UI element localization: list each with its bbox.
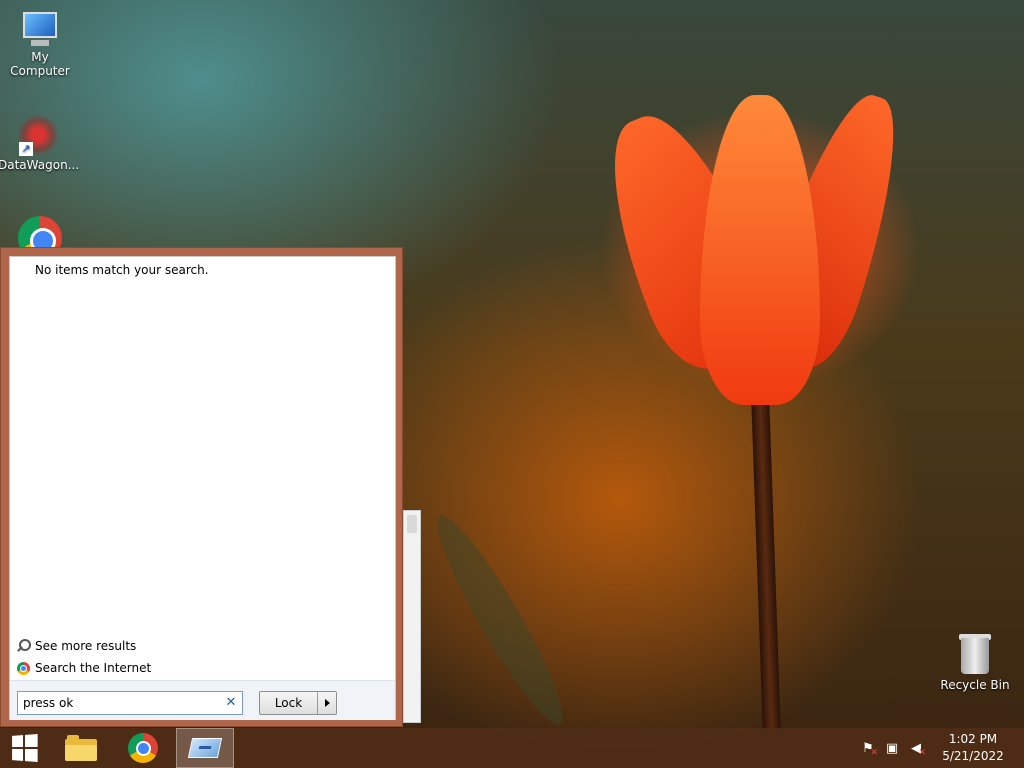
shortcut-arrow-icon: ↗ xyxy=(19,142,33,156)
search-internet-link[interactable]: Search the Internet xyxy=(16,657,151,679)
taskbar-clock[interactable]: 1:02 PM 5/21/2022 xyxy=(934,731,1012,765)
search-links: See more results Search the Internet xyxy=(16,635,151,679)
taskbar-remote-desktop[interactable] xyxy=(176,728,234,768)
taskbar-file-explorer[interactable] xyxy=(58,728,104,768)
remote-desktop-icon xyxy=(187,738,223,758)
wallpaper-tulip-stem xyxy=(751,394,781,736)
background-window-scrollbar[interactable] xyxy=(403,510,421,723)
desktop-icon-label: My Computer xyxy=(10,50,70,78)
see-more-results-link[interactable]: See more results xyxy=(16,635,151,657)
desktop-icon-recycle-bin[interactable]: Recycle Bin xyxy=(935,632,1015,692)
search-input[interactable] xyxy=(18,692,218,714)
clear-search-icon[interactable]: ✕ xyxy=(224,695,238,711)
taskbar: ⚑ ✕ ▣ ◀ ✕ 1:02 PM 5/21/2022 xyxy=(0,728,1024,768)
computer-icon xyxy=(19,10,61,48)
scrollbar-thumb[interactable] xyxy=(407,515,417,533)
volume-muted-icon[interactable]: ◀ ✕ xyxy=(906,738,926,759)
clock-date: 5/21/2022 xyxy=(942,749,1004,763)
action-center-flag-icon[interactable]: ⚑ ✕ xyxy=(858,738,878,759)
wallpaper-tulip-petal xyxy=(700,95,820,405)
chrome-icon xyxy=(16,661,30,675)
start-button[interactable] xyxy=(0,728,48,768)
start-search-popup: No items match your search. See more res… xyxy=(0,247,403,727)
system-tray: ⚑ ✕ ▣ ◀ ✕ 1:02 PM 5/21/2022 xyxy=(858,728,1024,768)
windows-logo-icon xyxy=(12,734,38,762)
file-explorer-icon xyxy=(65,735,97,761)
datawagon-icon: ↗ xyxy=(17,114,59,156)
clock-time: 1:02 PM xyxy=(948,732,998,746)
search-bottom-bar: ✕ Lock xyxy=(10,680,395,720)
taskbar-chrome[interactable] xyxy=(120,728,166,768)
search-internet-label: Search the Internet xyxy=(35,661,152,675)
search-box: ✕ xyxy=(17,691,243,715)
desktop-icon-datawagon[interactable]: ↗ DataWagon... xyxy=(0,114,80,172)
desktop-icon-label: Recycle Bin xyxy=(940,678,1010,692)
desktop-icon-label: DataWagon... xyxy=(0,158,80,172)
chevron-right-icon xyxy=(324,699,330,707)
power-options-arrow-button[interactable] xyxy=(318,692,336,714)
no-results-message: No items match your search. xyxy=(35,263,209,277)
power-button-group: Lock xyxy=(259,691,337,715)
search-icon xyxy=(16,639,31,653)
search-results-panel: No items match your search. See more res… xyxy=(9,256,396,720)
lock-button[interactable]: Lock xyxy=(260,692,318,714)
wallpaper-leaf xyxy=(422,506,578,734)
desktop-icon-my-computer[interactable]: My Computer xyxy=(0,10,80,78)
chrome-icon xyxy=(128,733,158,763)
recycle-bin-icon xyxy=(957,632,993,676)
see-more-results-label: See more results xyxy=(35,639,137,653)
network-icon[interactable]: ▣ xyxy=(882,738,902,758)
